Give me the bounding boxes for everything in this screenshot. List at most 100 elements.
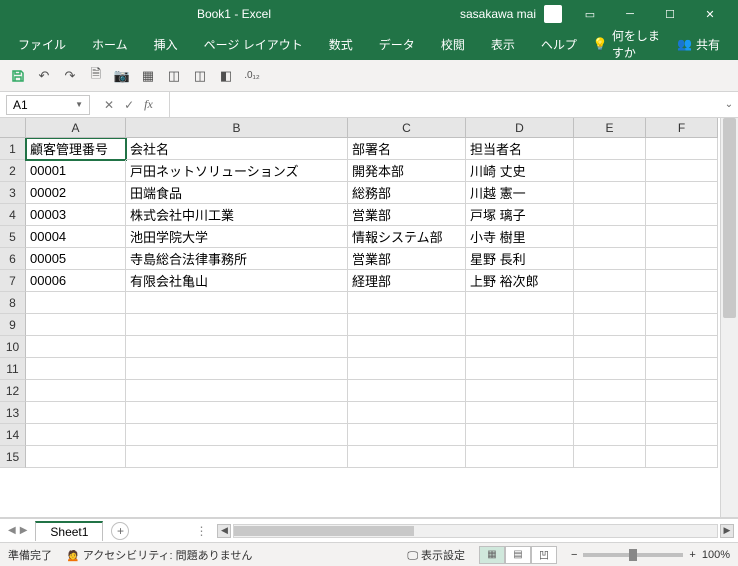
format-icon[interactable]: .0₁₂	[242, 66, 262, 86]
cell[interactable]	[646, 182, 718, 204]
sheet-next-icon[interactable]: ▶	[20, 525, 28, 536]
view-pagelayout-button[interactable]: ▤	[505, 546, 531, 564]
sort-icon[interactable]: ◧	[216, 66, 236, 86]
row-header[interactable]: 5	[0, 226, 26, 248]
cell[interactable]: 部署名	[348, 138, 466, 160]
maximize-button[interactable]: ☐	[650, 8, 690, 21]
indent-right-icon[interactable]: ◫	[190, 66, 210, 86]
cell[interactable]	[574, 358, 646, 380]
scroll-right-icon[interactable]: ▶	[720, 524, 734, 538]
new-file-icon[interactable]: 🗎	[86, 66, 106, 86]
row-header[interactable]: 6	[0, 248, 26, 270]
cell[interactable]	[348, 292, 466, 314]
zoom-out-button[interactable]: −	[571, 549, 577, 561]
cell[interactable]	[126, 358, 348, 380]
cell[interactable]	[574, 292, 646, 314]
cell[interactable]	[348, 314, 466, 336]
cell[interactable]	[126, 314, 348, 336]
cell[interactable]	[646, 336, 718, 358]
formula-input[interactable]	[176, 98, 714, 112]
cell[interactable]	[646, 402, 718, 424]
col-header[interactable]: A	[26, 118, 126, 138]
cell[interactable]	[348, 358, 466, 380]
zoom-level[interactable]: 100%	[702, 549, 730, 561]
cell[interactable]: 有限会社亀山	[126, 270, 348, 292]
cell[interactable]: 営業部	[348, 248, 466, 270]
cell[interactable]	[574, 446, 646, 468]
cell[interactable]	[646, 204, 718, 226]
row-header[interactable]: 9	[0, 314, 26, 336]
share-button[interactable]: 👥 共有	[665, 30, 732, 59]
cell[interactable]	[348, 446, 466, 468]
cell[interactable]: 川越 憲一	[466, 182, 574, 204]
expand-formula-icon[interactable]: ⌄	[720, 99, 738, 110]
cell[interactable]: 会社名	[126, 138, 348, 160]
cell[interactable]	[574, 138, 646, 160]
tab-file[interactable]: ファイル	[6, 30, 78, 59]
cell[interactable]	[26, 424, 126, 446]
avatar[interactable]	[544, 5, 562, 23]
cell[interactable]: 00002	[26, 182, 126, 204]
cell[interactable]: 株式会社中川工業	[126, 204, 348, 226]
select-all-corner[interactable]	[0, 118, 26, 138]
accept-formula-icon[interactable]: ✓	[124, 98, 134, 112]
row-header[interactable]: 8	[0, 292, 26, 314]
view-normal-button[interactable]: ▦	[479, 546, 505, 564]
cell[interactable]	[646, 270, 718, 292]
cell[interactable]	[574, 402, 646, 424]
scroll-left-icon[interactable]: ◀	[217, 524, 231, 538]
horizontal-scrollbar[interactable]	[233, 524, 718, 538]
col-header[interactable]: B	[126, 118, 348, 138]
cell[interactable]: 情報システム部	[348, 226, 466, 248]
fx-icon[interactable]: fx	[144, 97, 159, 112]
cell[interactable]	[466, 292, 574, 314]
minimize-button[interactable]: ─	[610, 8, 650, 20]
close-button[interactable]: ✕	[690, 8, 730, 21]
tell-me[interactable]: 💡 何をしますか	[593, 27, 663, 61]
row-header[interactable]: 15	[0, 446, 26, 468]
tab-review[interactable]: 校閲	[429, 30, 477, 59]
cell[interactable]	[574, 160, 646, 182]
cell[interactable]	[348, 380, 466, 402]
cell[interactable]	[126, 336, 348, 358]
row-header[interactable]: 10	[0, 336, 26, 358]
cell[interactable]	[126, 402, 348, 424]
cell[interactable]: 営業部	[348, 204, 466, 226]
cell[interactable]: 小寺 樹里	[466, 226, 574, 248]
col-header[interactable]: E	[574, 118, 646, 138]
cell[interactable]: 上野 裕次郎	[466, 270, 574, 292]
row-header[interactable]: 7	[0, 270, 26, 292]
cell[interactable]	[574, 424, 646, 446]
cell[interactable]: 00006	[26, 270, 126, 292]
tab-data[interactable]: データ	[367, 30, 427, 59]
cell[interactable]: 川崎 丈史	[466, 160, 574, 182]
cell[interactable]: 経理部	[348, 270, 466, 292]
row-header[interactable]: 13	[0, 402, 26, 424]
cell[interactable]: 00001	[26, 160, 126, 182]
tool-icon[interactable]: ▦	[138, 66, 158, 86]
tab-insert[interactable]: 挿入	[142, 30, 190, 59]
cell[interactable]	[646, 248, 718, 270]
cell[interactable]	[574, 226, 646, 248]
add-sheet-button[interactable]: +	[111, 522, 129, 540]
cell[interactable]	[26, 358, 126, 380]
cell[interactable]	[126, 292, 348, 314]
cell[interactable]	[26, 336, 126, 358]
cell[interactable]: 星野 長利	[466, 248, 574, 270]
accessibility-status[interactable]: 🙍 アクセシビリティ: 問題ありません	[66, 547, 252, 563]
cell[interactable]	[466, 380, 574, 402]
cell[interactable]	[574, 270, 646, 292]
row-header[interactable]: 11	[0, 358, 26, 380]
cell[interactable]	[466, 336, 574, 358]
ribbon-options-icon[interactable]: ▭	[570, 8, 610, 21]
row-header[interactable]: 3	[0, 182, 26, 204]
cell[interactable]	[348, 424, 466, 446]
row-header[interactable]: 12	[0, 380, 26, 402]
vertical-scrollbar[interactable]	[720, 118, 738, 517]
name-box[interactable]: A1 ▼	[6, 95, 90, 115]
tab-view[interactable]: 表示	[479, 30, 527, 59]
cell[interactable]	[574, 182, 646, 204]
camera-icon[interactable]: 📷	[112, 66, 132, 86]
cell[interactable]: 担当者名	[466, 138, 574, 160]
cell[interactable]	[466, 358, 574, 380]
